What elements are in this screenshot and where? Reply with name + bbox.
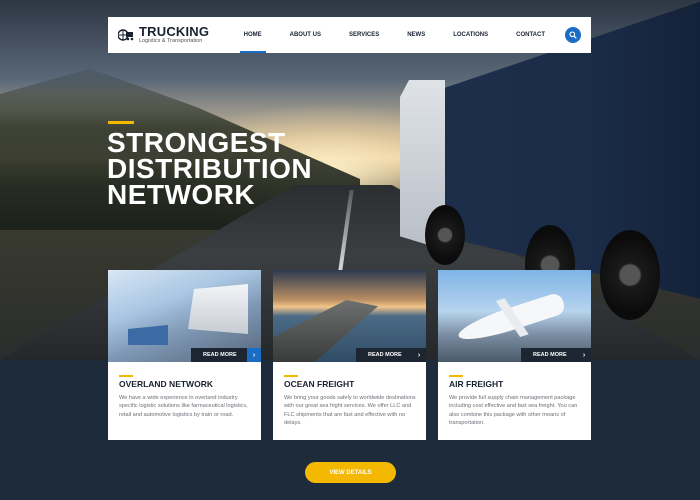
service-card-ocean: READ MORE › OCEAN FREIGHT We bring your …: [273, 270, 426, 440]
search-icon: [569, 31, 577, 39]
hero-accent-bar: [108, 121, 134, 124]
card-description: We have a wide experience in overland in…: [119, 395, 248, 418]
card-description: We bring your goods safely to worldwide …: [284, 395, 416, 426]
chevron-right-icon: ›: [247, 348, 261, 362]
hero-title: STRONGEST DISTRIBUTION NETWORK: [107, 129, 312, 210]
chevron-right-icon: ›: [577, 348, 591, 362]
service-card-air: READ MORE › AIR FREIGHT We provide full …: [438, 270, 591, 440]
view-details-button[interactable]: VIEW DETAILS: [305, 462, 396, 483]
card-accent-bar: [449, 375, 463, 377]
top-navbar: TRUCKING Logistics & Transportation HOME…: [108, 17, 591, 53]
card-title: OVERLAND NETWORK: [119, 379, 213, 389]
read-more-label: READ MORE: [533, 352, 567, 358]
nav-item-contact[interactable]: CONTACT: [502, 17, 559, 53]
ocean-ship-image: READ MORE ›: [273, 270, 426, 362]
card-accent-bar: [284, 375, 298, 377]
search-button[interactable]: [565, 27, 581, 43]
overland-truck-image: READ MORE ›: [108, 270, 261, 362]
read-more-label: READ MORE: [368, 352, 402, 358]
brand-logo[interactable]: TRUCKING Logistics & Transportation: [118, 25, 209, 45]
nav-item-about-us[interactable]: ABOUT US: [276, 17, 335, 53]
hero-title-line: NETWORK: [107, 179, 256, 210]
card-description: We provide full supply chain management …: [449, 395, 578, 426]
truck-wheel: [425, 205, 465, 265]
globe-truck-icon: [118, 28, 134, 42]
nav-item-services[interactable]: SERVICES: [335, 17, 393, 53]
main-menu: HOME ABOUT US SERVICES NEWS LOCATIONS CO…: [230, 17, 559, 53]
card-accent-bar: [119, 375, 133, 377]
brand-subtitle: Logistics & Transportation: [139, 38, 203, 44]
truck-wheel: [600, 230, 660, 320]
read-more-button[interactable]: READ MORE ›: [356, 348, 426, 362]
card-title: OCEAN FREIGHT: [284, 379, 355, 389]
air-plane-image: READ MORE ›: [438, 270, 591, 362]
nav-item-home[interactable]: HOME: [230, 17, 276, 53]
read-more-button[interactable]: READ MORE ›: [521, 348, 591, 362]
chevron-right-icon: ›: [412, 348, 426, 362]
nav-item-news[interactable]: NEWS: [393, 17, 439, 53]
brand-title: TRUCKING: [139, 24, 210, 39]
nav-item-locations[interactable]: LOCATIONS: [439, 17, 502, 53]
read-more-button[interactable]: READ MORE ›: [191, 348, 261, 362]
read-more-label: READ MORE: [203, 352, 237, 358]
card-title: AIR FREIGHT: [449, 379, 504, 389]
service-card-overland: READ MORE › OVERLAND NETWORK We have a w…: [108, 270, 261, 440]
